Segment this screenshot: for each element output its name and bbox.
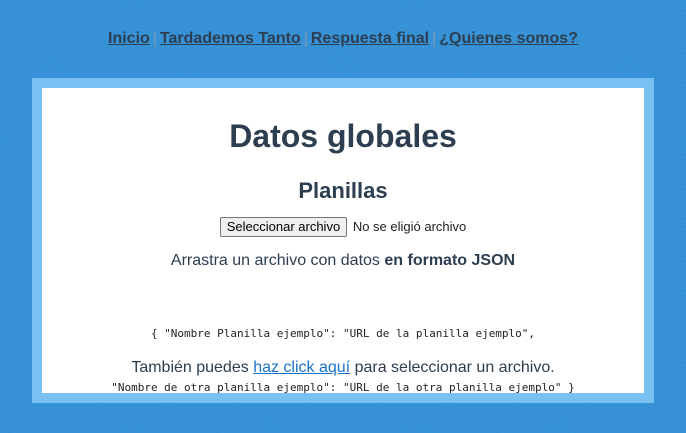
click-instructions: También puedes haz click aquí para selec… <box>42 358 644 378</box>
drag-text: Arrastra un archivo con datos <box>170 252 380 269</box>
page-title: Datos globales <box>229 118 457 154</box>
nav-link-respuesta-final[interactable]: Respuesta final <box>311 30 429 47</box>
click-prefix-text: También puedes <box>131 359 249 376</box>
drop-zone-panel[interactable]: Datos globales Planillas Seleccionar arc… <box>42 88 644 394</box>
nav-link-quienes-somos[interactable]: ¿Quienes somos? <box>439 30 578 47</box>
nav-link-tardademos-tanto[interactable]: Tardademos Tanto <box>160 30 301 47</box>
nav-separator: | <box>303 30 308 47</box>
file-status-text: No se eligió archivo <box>352 218 467 234</box>
select-file-link[interactable]: haz click aquí <box>253 359 350 376</box>
nav-separator: | <box>432 30 437 47</box>
choose-file-button[interactable]: Seleccionar archivo <box>219 216 348 237</box>
drop-zone-frame[interactable]: Datos globales Planillas Seleccionar arc… <box>32 78 654 403</box>
nav-link-inicio[interactable]: Inicio <box>108 30 150 47</box>
click-suffix-text: para seleccionar un archivo. <box>354 359 555 376</box>
section-subtitle: Planillas <box>298 178 388 203</box>
drag-format-text: en formato JSON <box>384 252 516 269</box>
nav-separator: | <box>152 30 157 47</box>
drag-instructions: Arrastra un archivo con datos en formato… <box>42 251 644 271</box>
top-navigation: Inicio | Tardademos Tanto | Respuesta final |… <box>0 29 686 49</box>
json-example-line-2: "Nombre de otra planilla ejemplo": "URL … <box>111 381 575 394</box>
file-input: Seleccionar archivo No se eligió archivo <box>42 216 644 237</box>
json-example-line-1: { "Nombre Planilla ejemplo": "URL de la … <box>150 327 536 340</box>
